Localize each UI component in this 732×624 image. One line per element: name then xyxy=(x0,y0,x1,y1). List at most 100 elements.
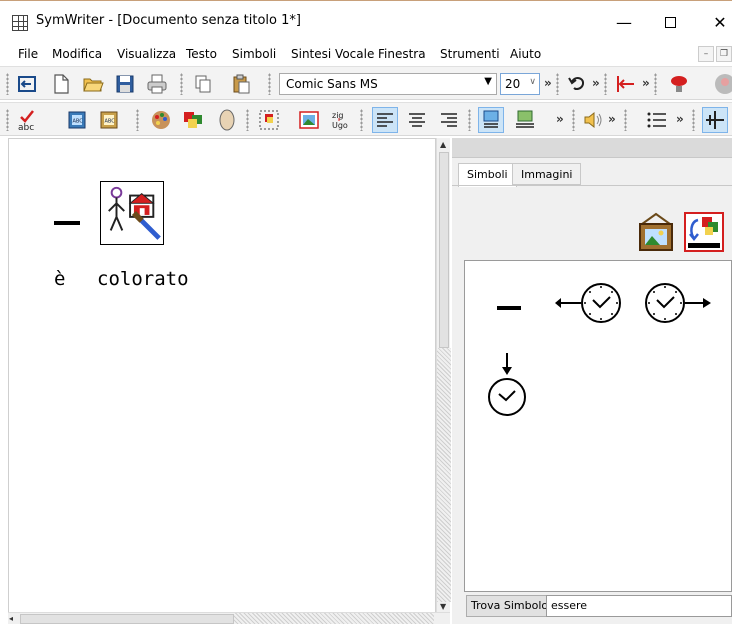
mdi-restore-button[interactable]: ❐ xyxy=(716,46,732,62)
align-left-button[interactable] xyxy=(372,107,398,133)
scroll-down-icon[interactable]: ▼ xyxy=(440,602,446,611)
zig-ugo-icon: zigUgo xyxy=(332,111,348,130)
maximize-button[interactable] xyxy=(650,9,690,35)
document-editor[interactable] xyxy=(8,138,436,616)
toolbar-grip[interactable] xyxy=(136,109,139,131)
layout-symbol-above-button[interactable] xyxy=(478,107,504,133)
oval-button[interactable] xyxy=(214,107,240,133)
editor-vertical-scrollbar[interactable]: ▲ ▼ xyxy=(436,138,451,616)
picture-icon xyxy=(638,212,674,251)
exit-button[interactable] xyxy=(14,71,40,97)
word-e[interactable]: è xyxy=(54,268,65,290)
menu-aiuto[interactable]: Aiuto xyxy=(510,47,541,61)
toolbar-overflow-button[interactable]: » xyxy=(676,112,684,126)
toolbar-grip[interactable] xyxy=(246,109,249,131)
painting-symbol[interactable] xyxy=(100,181,164,245)
toolbar-grip[interactable] xyxy=(180,73,183,95)
toolbar-grip[interactable] xyxy=(654,73,657,95)
toolbar-grip[interactable] xyxy=(468,109,471,131)
scroll-left-icon[interactable]: ◂ xyxy=(9,614,13,623)
word-colorato[interactable]: colorato xyxy=(97,268,189,290)
toolbar-grip[interactable] xyxy=(360,109,363,131)
horizontal-scroll-thumb[interactable] xyxy=(20,614,234,624)
layout-symbol-below-button[interactable] xyxy=(512,107,538,133)
menu-sintesi-vocale[interactable]: Sintesi Vocale xyxy=(291,47,374,61)
font-name-select[interactable]: Comic Sans MS ▼ xyxy=(279,73,497,95)
menu-bar: File Modifica Visualizza Testo Simboli S… xyxy=(0,44,732,66)
font-size-select[interactable]: 20 ∨ xyxy=(500,73,540,95)
symbol-search-input[interactable]: essere xyxy=(546,595,732,617)
menu-finestra[interactable]: Finestra xyxy=(378,47,426,61)
align-right-icon xyxy=(441,113,457,127)
spellcheck-icon: abc xyxy=(18,110,34,131)
toolbar-overflow-button[interactable]: » xyxy=(592,76,600,90)
toolbar-grip[interactable] xyxy=(624,109,627,131)
picture-button[interactable] xyxy=(296,107,322,133)
symbol-book-button[interactable]: ABC xyxy=(64,107,90,133)
menu-visualizza[interactable]: Visualizza xyxy=(117,47,176,61)
paste-button[interactable] xyxy=(228,71,254,97)
spellcheck-button[interactable]: abc xyxy=(14,107,40,133)
save-button[interactable] xyxy=(112,71,138,97)
symbol-results-list[interactable] xyxy=(464,260,732,592)
speaker-button[interactable] xyxy=(580,107,606,133)
toolbar-grip[interactable] xyxy=(604,73,607,95)
list-button[interactable] xyxy=(644,107,670,133)
clock-arrow-down-symbol[interactable] xyxy=(485,351,529,419)
minimize-button[interactable]: — xyxy=(604,9,644,35)
toolbar-overflow-button[interactable]: » xyxy=(556,112,564,126)
toolbar-grip[interactable] xyxy=(6,109,9,131)
clock-arrow-right-symbol[interactable] xyxy=(641,279,713,327)
color-squares-button[interactable] xyxy=(180,107,206,133)
insert-picture-button[interactable] xyxy=(636,212,676,252)
find-symbol-button[interactable]: Trova Simbolo xyxy=(466,595,554,617)
toolbar-overflow-button[interactable]: » xyxy=(608,112,616,126)
maximize-icon xyxy=(664,16,676,28)
toolbar-grip[interactable] xyxy=(692,109,695,131)
vertical-scroll-thumb[interactable] xyxy=(439,152,449,348)
grid-app-icon xyxy=(12,15,28,31)
open-button[interactable] xyxy=(80,71,106,97)
speech-button[interactable] xyxy=(666,71,692,97)
mdi-minimize-button[interactable]: – xyxy=(698,46,714,62)
dash-symbol[interactable] xyxy=(54,221,80,225)
print-button[interactable] xyxy=(144,71,170,97)
insert-break-button[interactable] xyxy=(612,71,638,97)
toolbar-grip[interactable] xyxy=(6,73,9,95)
menu-strumenti[interactable]: Strumenti xyxy=(440,47,500,61)
grid-button[interactable] xyxy=(702,107,728,133)
palette-button[interactable] xyxy=(148,107,174,133)
align-right-button[interactable] xyxy=(436,107,462,133)
toolbar-overflow-button[interactable]: » xyxy=(642,76,650,90)
speaker-icon xyxy=(584,111,602,129)
align-center-button[interactable] xyxy=(404,107,430,133)
paste-icon xyxy=(233,74,250,94)
zig-ugo-button[interactable]: zig Ugo xyxy=(326,107,352,133)
list-icon xyxy=(647,112,666,128)
tab-immagini[interactable]: Immagini xyxy=(512,163,582,185)
toolbar-grip[interactable] xyxy=(268,73,271,95)
tab-simboli[interactable]: Simboli xyxy=(458,163,517,187)
undo-button[interactable] xyxy=(564,71,590,97)
copy-button[interactable] xyxy=(190,71,216,97)
painting-icon xyxy=(108,186,161,240)
menu-simboli[interactable]: Simboli xyxy=(232,47,276,61)
scroll-up-icon[interactable]: ▲ xyxy=(440,140,446,149)
avatar-button[interactable] xyxy=(712,71,732,97)
menu-modifica[interactable]: Modifica xyxy=(52,47,102,61)
toolbar-overflow-button[interactable]: » xyxy=(544,76,552,90)
new-document-button[interactable] xyxy=(48,71,74,97)
change-symbol-button[interactable] xyxy=(684,212,724,252)
frame-select-button[interactable] xyxy=(256,107,282,133)
word-book-button[interactable]: ABC xyxy=(96,107,122,133)
clock-arrow-left-symbol[interactable] xyxy=(553,279,625,327)
toolbar-grip[interactable] xyxy=(556,73,559,95)
menu-file[interactable]: File xyxy=(18,47,38,61)
menu-testo[interactable]: Testo xyxy=(186,47,217,61)
print-icon xyxy=(147,74,167,94)
editor-horizontal-scrollbar[interactable]: ◂ xyxy=(8,612,450,624)
toolbar-grip[interactable] xyxy=(572,109,575,131)
align-center-icon xyxy=(409,113,425,127)
dash-symbol[interactable] xyxy=(497,306,521,310)
close-button[interactable]: ✕ xyxy=(700,9,732,35)
